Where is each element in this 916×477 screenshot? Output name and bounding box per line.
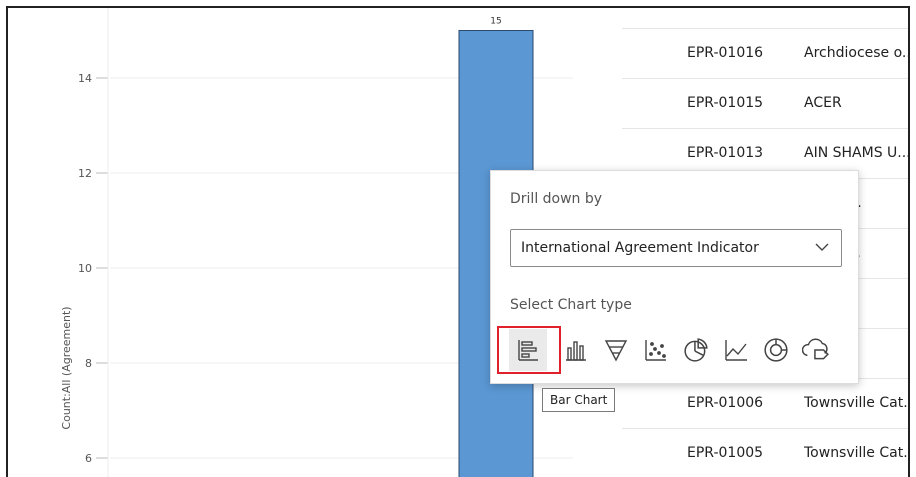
y-axis-label: Count:All (Agreement) xyxy=(60,306,73,429)
scatter-chart-icon xyxy=(645,340,666,361)
donut-chart-option[interactable] xyxy=(757,329,795,371)
drill-down-value: International Agreement Indicator xyxy=(521,240,759,256)
record-name-cell[interactable]: Townsville Cat... xyxy=(804,429,908,477)
record-id-cell[interactable]: EPR-01016 xyxy=(687,29,763,77)
record-id-cell[interactable]: EPR-01015 xyxy=(687,79,763,127)
funnel-chart-icon xyxy=(604,340,628,362)
column-chart-option[interactable] xyxy=(557,329,595,371)
y-tick-label: 6 xyxy=(85,452,92,465)
bar-data-label: 15 xyxy=(490,17,501,27)
tag-chart-option[interactable] xyxy=(797,329,835,371)
chart-type-label: Select Chart type xyxy=(510,297,632,313)
chevron-down-icon xyxy=(815,243,829,251)
column-chart-icon xyxy=(566,341,586,361)
table-row[interactable]: EPR-01006 Townsville Cat... xyxy=(622,378,908,427)
selected-option-highlight xyxy=(497,326,561,374)
record-id-cell[interactable]: EPR-01005 xyxy=(687,429,763,477)
table-row[interactable]: EPR-01015 ACER xyxy=(622,78,908,127)
y-tick-label: 8 xyxy=(85,357,92,370)
line-chart-icon xyxy=(725,340,747,361)
scatter-chart-option[interactable] xyxy=(637,329,675,371)
pie-chart-icon xyxy=(684,338,708,362)
y-tick-label: 10 xyxy=(78,262,92,275)
record-name-cell[interactable]: Archdiocese o... xyxy=(804,29,908,77)
record-id-cell[interactable]: EPR-01006 xyxy=(687,379,763,427)
table-row[interactable]: EPR-01005 Townsville Cat... xyxy=(622,428,908,477)
record-name-cell[interactable]: Townsville Cat... xyxy=(804,379,908,427)
drill-down-label: Drill down by xyxy=(510,191,603,207)
y-tick-label: 14 xyxy=(78,72,92,85)
funnel-chart-option[interactable] xyxy=(597,329,635,371)
line-chart-option[interactable] xyxy=(717,329,755,371)
drill-down-select[interactable]: International Agreement Indicator xyxy=(510,229,842,267)
tag-chart-icon xyxy=(802,338,829,360)
table-row[interactable]: EPR-01016 Archdiocese o... xyxy=(622,28,908,77)
y-tick-label: 12 xyxy=(78,167,92,180)
table-row[interactable]: EPR-01013 AIN SHAMS U... xyxy=(622,128,908,176)
donut-chart-icon xyxy=(764,338,788,362)
pie-chart-option[interactable] xyxy=(677,329,715,371)
chart-type-tooltip: Bar Chart xyxy=(542,388,616,412)
record-name-cell[interactable]: ACER xyxy=(804,79,908,127)
